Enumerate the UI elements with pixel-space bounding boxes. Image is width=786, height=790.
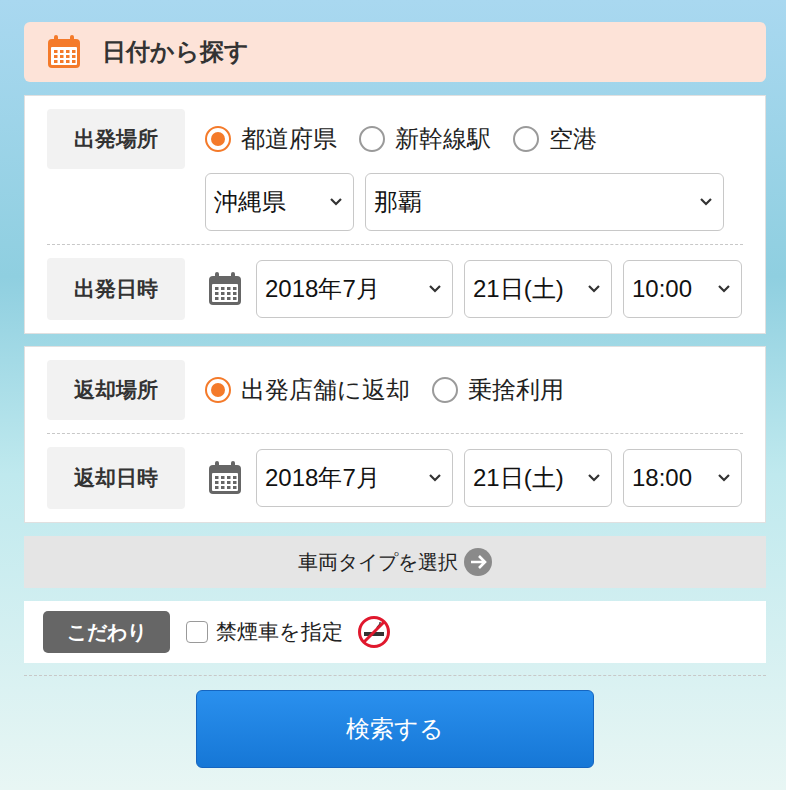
- chevron-icon: [329, 197, 343, 207]
- chevron-icon: [587, 284, 601, 294]
- radio-option[interactable]: 乗捨利用: [432, 372, 564, 408]
- field-label: 出発日時: [47, 258, 185, 320]
- month-select[interactable]: 2018年7月: [256, 260, 453, 318]
- non-smoking-option[interactable]: 禁煙車を指定: [186, 615, 391, 649]
- panel-header: 日付から探す: [24, 22, 766, 82]
- radio-circle[interactable]: [359, 126, 385, 152]
- checkbox[interactable]: [186, 621, 208, 643]
- radio-circle[interactable]: [432, 377, 458, 403]
- chevron-icon: [717, 284, 731, 294]
- field-label: 返却場所: [47, 360, 185, 420]
- field-label: 出発場所: [47, 109, 185, 169]
- departure-section: 出発場所都道府県新幹線駅空港沖縄県那覇出発日時 2018年7月21日(土)10:0…: [24, 95, 766, 334]
- radio-circle[interactable]: [205, 377, 231, 403]
- chevron-icon: [428, 284, 442, 294]
- prefecture-select[interactable]: 沖縄県: [205, 173, 354, 231]
- radio-option[interactable]: 都道府県: [205, 121, 337, 157]
- month-select[interactable]: 2018年7月: [256, 449, 453, 507]
- chevron-icon: [587, 473, 601, 483]
- search-panel: 日付から探す出発場所都道府県新幹線駅空港沖縄県那覇出発日時2018年7月21日(…: [24, 22, 766, 768]
- divider: [47, 433, 743, 434]
- search-button[interactable]: 検索する: [196, 690, 594, 768]
- return-section: 返却場所出発店舗に返却乗捨利用返却日時 2018年7月21日(土)18:00: [24, 346, 766, 523]
- area-select[interactable]: 那覇: [365, 173, 724, 231]
- radio-circle[interactable]: [513, 126, 539, 152]
- preferences-badge: こだわり: [43, 611, 170, 653]
- preferences-row: こだわり禁煙車を指定: [24, 601, 766, 663]
- radio-circle[interactable]: [205, 126, 231, 152]
- chevron-icon: [428, 473, 442, 483]
- calendar-header-icon: [44, 32, 84, 72]
- radio-option[interactable]: 出発店舗に返却: [205, 372, 410, 408]
- page: 日付から探す出発場所都道府県新幹線駅空港沖縄県那覇出発日時2018年7月21日(…: [0, 0, 786, 790]
- calendar-icon: [205, 458, 245, 498]
- time-select[interactable]: 10:00: [623, 260, 742, 318]
- calendar-icon: [205, 269, 245, 309]
- day-select[interactable]: 21日(土): [464, 449, 612, 507]
- datetime-row: 出発日時 2018年7月21日(土)10:00: [25, 245, 765, 333]
- field-label: 返却日時: [47, 447, 185, 509]
- no-smoking-icon: [357, 615, 391, 649]
- divider: [47, 244, 743, 245]
- time-select[interactable]: 18:00: [623, 449, 742, 507]
- day-select[interactable]: 21日(土): [464, 260, 612, 318]
- divider: [24, 675, 766, 676]
- chevron-icon: [699, 197, 713, 207]
- vehicle-type-bar[interactable]: 車両タイプを選択: [24, 536, 766, 588]
- radio-option[interactable]: 新幹線駅: [359, 121, 491, 157]
- chevron-icon: [717, 473, 731, 483]
- datetime-row: 返却日時 2018年7月21日(土)18:00: [25, 434, 765, 522]
- arrow-right-icon: [464, 548, 492, 576]
- radio-option[interactable]: 空港: [513, 121, 597, 157]
